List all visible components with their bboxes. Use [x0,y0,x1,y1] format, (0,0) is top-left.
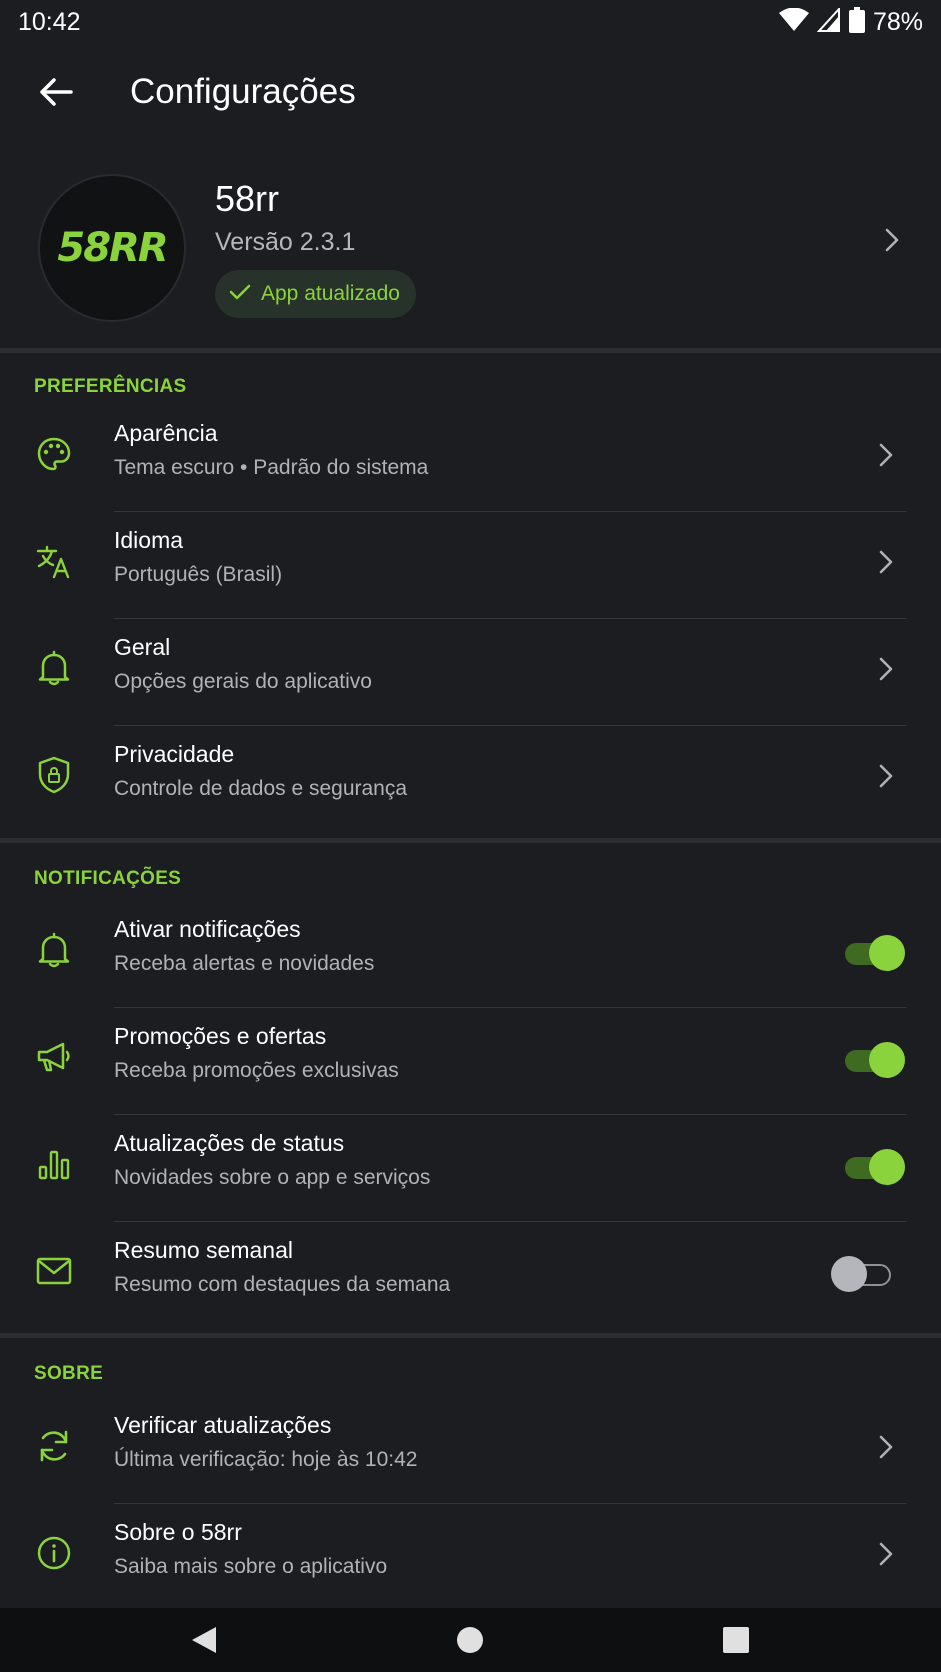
item-subtitle: Português (Brasil) [114,563,283,586]
item-title: Geral [114,634,171,660]
item-separator [114,511,907,512]
status-badge-text: App atualizado [261,282,400,305]
list-item-enable-notifications[interactable]: Ativar notificações Receba alertas e nov… [0,902,941,1008]
item-title: Promoções e ofertas [114,1023,327,1049]
refresh-icon [34,1426,74,1466]
section-title-about: SOBRE [34,1363,104,1384]
app-version: Versão 2.3.1 [215,228,356,256]
chevron-right-icon [871,547,901,577]
mail-icon [34,1251,74,1291]
list-item-language[interactable]: Idioma Português (Brasil) [0,513,941,619]
section-title-preferences: PREFERÊNCIAS [34,376,187,397]
toggle-switch[interactable] [839,935,905,971]
item-title: Sobre o 58rr [114,1519,242,1545]
chevron-right-icon [871,1539,901,1569]
toggle-switch[interactable] [839,1149,905,1185]
section-divider [0,838,941,843]
item-separator [114,1503,907,1504]
item-title: Aparência [114,420,218,446]
list-item-about-app[interactable]: Sobre o 58rr Saiba mais sobre o aplicati… [0,1505,941,1611]
item-separator [114,725,907,726]
wifi-icon [778,7,809,37]
item-title: Verificar atualizações [114,1412,332,1438]
chevron-right-icon [871,654,901,684]
chevron-right-icon [883,228,901,257]
nav-recents-icon[interactable] [720,1624,752,1656]
back-button[interactable] [34,72,78,116]
app-name: 58rr [215,178,280,219]
item-separator [114,1007,907,1008]
item-subtitle: Tema escuro • Padrão do sistema [114,456,429,479]
item-title: Ativar notificações [114,916,301,942]
item-subtitle: Receba promoções exclusivas [114,1059,399,1082]
item-subtitle: Saiba mais sobre o aplicativo [114,1555,388,1578]
section-title-notifications: NOTIFICAÇÕES [34,868,182,889]
megaphone-icon [34,1037,74,1077]
list-item-general[interactable]: Geral Opções gerais do aplicativo [0,620,941,726]
toggle-switch[interactable] [839,1042,905,1078]
item-subtitle: Receba alertas e novidades [114,952,375,975]
status-bar: 10:42 78% [0,0,941,44]
item-separator [114,1221,907,1222]
list-item-status-updates[interactable]: Atualizações de status Novidades sobre o… [0,1116,941,1222]
item-title: Resumo semanal [114,1237,293,1263]
battery-percent: 78% [872,7,923,36]
item-subtitle: Resumo com destaques da semana [114,1273,451,1296]
toggle-switch[interactable] [831,1256,897,1292]
arrow-back-icon [39,77,73,112]
translate-icon [34,541,74,581]
signal-icon [816,5,841,37]
item-title: Atualizações de status [114,1130,345,1156]
item-subtitle: Novidades sobre o app e serviços [114,1166,431,1189]
item-title: Idioma [114,527,184,553]
item-title: Privacidade [114,741,235,767]
app-bar: Configurações [0,50,941,140]
list-item-promotions[interactable]: Promoções e ofertas Receba promoções exc… [0,1009,941,1115]
check-icon [229,283,251,306]
item-separator [114,1114,907,1115]
toggle-thumb [831,1256,867,1292]
section-divider [0,348,941,353]
chevron-right-icon [871,1432,901,1462]
list-item-check-updates[interactable]: Verificar atualizações Última verificaçã… [0,1398,941,1504]
toggle-thumb [869,1149,905,1185]
app-info-card[interactable]: 58RR 58rr Versão 2.3.1 App atualizado [0,160,941,350]
item-separator [114,618,907,619]
bell-icon [34,648,74,688]
nav-home-icon[interactable] [454,1624,486,1656]
palette-icon [34,434,74,474]
list-item-privacy[interactable]: Privacidade Controle de dados e seguranç… [0,727,941,833]
toggle-thumb [869,935,905,971]
item-subtitle: Controle de dados e segurança [114,777,408,800]
app-logo: 58RR [38,174,186,322]
battery-icon [848,6,865,38]
chevron-right-icon [871,761,901,791]
shield-lock-icon [34,755,74,795]
list-item-appearance[interactable]: Aparência Tema escuro • Padrão do sistem… [0,406,941,512]
chevron-right-icon [871,440,901,470]
bell-icon [34,930,74,970]
status-badge: App atualizado [215,270,416,318]
system-nav-bar [0,1608,941,1672]
item-subtitle: Última verificação: hoje às 10:42 [114,1448,418,1471]
section-divider [0,1333,941,1338]
status-icons: 78% [778,5,923,38]
status-time: 10:42 [18,7,81,36]
item-subtitle: Opções gerais do aplicativo [114,670,372,693]
bar-chart-icon [34,1144,74,1184]
list-item-weekly-summary[interactable]: Resumo semanal Resumo com destaques da s… [0,1223,941,1329]
nav-back-icon[interactable] [188,1624,220,1656]
page-title: Configurações [130,72,356,111]
toggle-thumb [869,1042,905,1078]
app-logo-text: 58RR [57,225,168,271]
info-icon [34,1533,74,1573]
